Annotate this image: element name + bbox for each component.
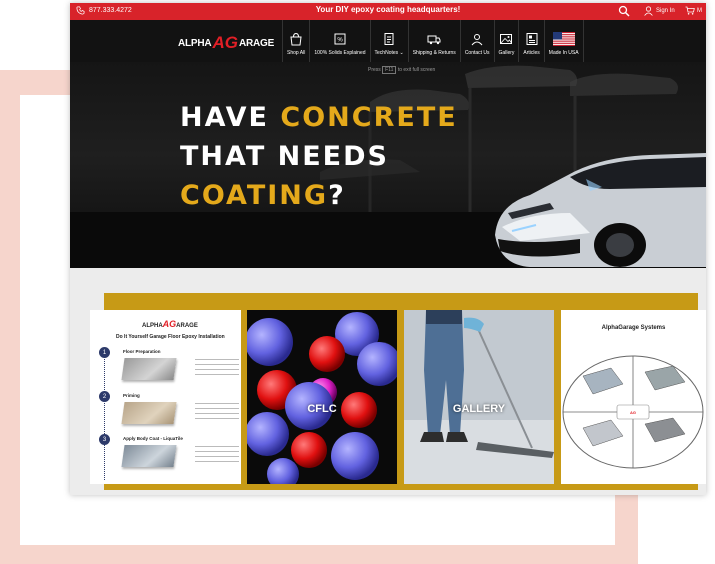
sign-in-link[interactable]: Sign In [644, 6, 675, 16]
tile-gallery[interactable]: GALLERY [404, 310, 554, 484]
gallery-icon [500, 34, 513, 44]
hero-banner: Press F11 to exit full screen HAVE CONCR… [70, 62, 706, 268]
tagline: Your DIY epoxy coating headquarters! [315, 5, 461, 14]
feature-tiles-section: ALPHAAGARAGE Do It Yourself Garage Floor… [70, 268, 706, 495]
articles-icon [526, 33, 538, 45]
step-title: Priming [123, 393, 140, 398]
step-number: 1 [99, 347, 110, 358]
step-title: Floor Preparation [123, 349, 161, 354]
top-bar: 877.333.4272 Your DIY epoxy coating head… [70, 3, 706, 20]
concrete-slab-image [121, 358, 177, 380]
primed-slab-image [121, 402, 177, 424]
svg-text:%: % [337, 38, 343, 44]
shipping-icon [427, 35, 441, 45]
solids-icon: % [334, 33, 346, 45]
diy-title: Do It Yourself Garage Floor Epoxy Instal… [116, 334, 225, 340]
diy-logo-ag: AG [162, 319, 177, 329]
nav-label: Articles [523, 50, 540, 56]
nav-item-gallery[interactable]: Gallery [493, 20, 519, 62]
tile-diy-installation[interactable]: ALPHAAGARAGE Do It Yourself Garage Floor… [90, 310, 241, 484]
nav-items: Shop All % 100% Solids Explained TechNot… [282, 20, 584, 62]
contact-icon [471, 34, 483, 46]
hero-headline-line-3: COATING? [180, 180, 346, 211]
sign-in-label: Sign In [656, 8, 675, 14]
tile-caption-cflc: CFLC [307, 403, 337, 415]
website-screenshot: 877.333.4272 Your DIY epoxy coating head… [70, 3, 706, 495]
nav-label: Gallery [498, 50, 515, 56]
step-title: Apply Body Coat - LiquaTile [123, 436, 183, 441]
nav-label: Contact Us [464, 50, 490, 56]
cart-label: M [697, 7, 702, 14]
logo-text-alpha: ALPHA [178, 37, 212, 49]
hero-word-coating: COATING [180, 180, 329, 211]
nav-label: 100% Solids Explained [314, 50, 366, 56]
nav-item-technotes[interactable]: TechNotes ⌄ [369, 20, 408, 62]
step-notes [195, 403, 239, 419]
tile-caption-gallery: GALLERY [452, 403, 506, 415]
tile-alphagarage-systems[interactable]: AlphaGarage Systems AG [561, 310, 706, 484]
nav-label: Made In USA [548, 50, 579, 56]
molecule-image [247, 312, 397, 484]
hero-question-mark: ? [328, 180, 346, 211]
nav-item-articles[interactable]: Articles [518, 20, 543, 62]
sports-car-image [495, 153, 706, 267]
diy-step-2: 2 Priming [99, 391, 239, 431]
user-icon [644, 6, 653, 16]
coated-slab-image [121, 445, 177, 467]
diy-logo: ALPHAAGARAGE [142, 319, 198, 329]
nav-item-made-in-usa[interactable]: Made In USA [543, 20, 584, 62]
hero-word-concrete: CONCRETE [280, 102, 458, 133]
tile-cflc[interactable]: CFLC [247, 310, 397, 484]
fullscreen-hint-key: F11 [382, 66, 397, 74]
main-navigation: ALPHA AG ARAGE Shop All % 100% Solids Ex… [70, 20, 706, 62]
nav-item-shop-all[interactable]: Shop All [282, 20, 309, 62]
step-notes [195, 446, 239, 462]
systems-diagram: AG [562, 355, 704, 469]
nav-item-shipping-returns[interactable]: Shipping & Returns [407, 20, 460, 62]
diy-step-3: 3 Apply Body Coat - LiquaTile [99, 434, 239, 474]
shop-icon [290, 32, 302, 46]
fullscreen-hint-press: Press [368, 67, 381, 73]
hero-word-have: HAVE [180, 102, 281, 133]
nav-item-contact-us[interactable]: Contact Us [459, 20, 494, 62]
nav-item-solids-explained[interactable]: % 100% Solids Explained [309, 20, 369, 62]
usa-flag-icon [552, 32, 575, 46]
floor-coating-photo [404, 310, 554, 484]
fullscreen-hint: Press F11 to exit full screen [368, 66, 436, 74]
step-number: 2 [99, 391, 110, 402]
diy-logo-arage: ARAGE [176, 323, 198, 329]
step-number: 3 [99, 434, 110, 445]
diy-logo-alpha: ALPHA [142, 323, 163, 329]
nav-label: Shop All [287, 50, 306, 56]
cart-icon [685, 6, 695, 15]
svg-text:AG: AG [630, 410, 636, 415]
nav-label: Shipping & Returns [412, 50, 456, 56]
search-icon[interactable] [618, 5, 630, 17]
technotes-icon [384, 33, 394, 45]
nav-label: TechNotes ⌄ [374, 50, 404, 56]
logo-text-arage: ARAGE [238, 37, 275, 49]
step-notes [195, 359, 239, 375]
fullscreen-hint-text: to exit full screen [397, 67, 436, 73]
hero-headline-line-2: THAT NEEDS [180, 141, 389, 172]
site-logo[interactable]: ALPHA AG ARAGE [178, 33, 275, 52]
cart-link[interactable]: M [685, 6, 702, 15]
hero-headline-line-1: HAVE CONCRETE [180, 102, 458, 133]
diy-step-1: 1 Floor Preparation [99, 347, 239, 387]
logo-ag-mark: AG [212, 33, 238, 52]
